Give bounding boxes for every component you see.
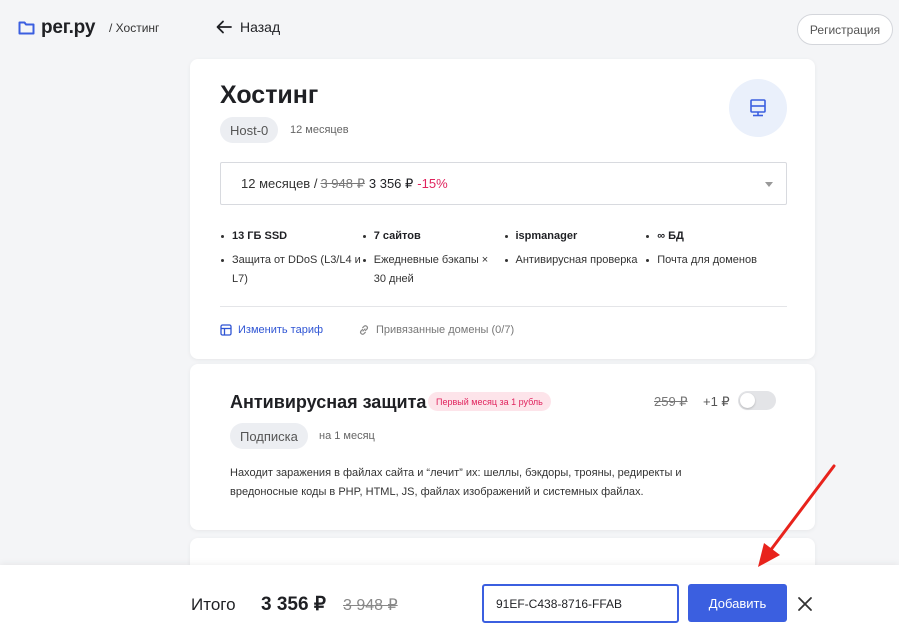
arrow-left-icon [216,20,232,34]
register-button[interactable]: Регистрация [797,14,893,45]
select-period: 12 месяцев / [241,176,318,191]
plan-period: 12 месяцев [290,124,349,136]
toggle-knob [740,393,755,408]
promo-badge: Первый месяц за 1 рубль [428,392,551,411]
select-price: 3 356 ₽ [368,175,414,191]
feature-title: ∞ БД [645,227,787,246]
feature-title: 7 сайтов [362,227,504,246]
back-label: Назад [240,19,281,35]
folder-logo-icon [18,21,35,35]
total-old-price: 3 948 ₽ [343,597,398,614]
logo-text: рег.ру [41,17,96,38]
divider [220,306,787,307]
period-select[interactable]: 12 месяцев / 3 948 ₽ 3 356 ₽ -15% [220,162,787,205]
select-discount: -15% [417,176,448,191]
antivirus-toggle[interactable] [738,391,776,410]
features-list: 13 ГБ SSD Защита от DDoS (L3/L4 и L7) 7 … [220,227,787,289]
change-plan-link[interactable]: Изменить тариф [220,324,323,336]
add-button[interactable]: Добавить [688,584,787,622]
link-icon [360,325,368,335]
feature-column: ∞ БД Почта для доменов [645,227,787,289]
subscription-badge: Подписка [230,423,308,449]
feature-column: ispmanager Антивирусная проверка [504,227,646,289]
server-icon-circle [729,79,787,137]
antivirus-new-price: +1 ₽ [703,394,730,409]
chevron-down-icon [765,182,773,187]
subscription-period: на 1 месяц [319,430,375,442]
back-link[interactable]: Назад [216,19,280,35]
feature-desc: Почта для доменов [645,251,787,270]
linked-domains-label: Привязанные домены (0/7) [376,324,515,336]
feature-title: ispmanager [504,227,646,246]
hosting-card: Хостинг Host-0 12 месяцев 12 месяцев / 3… [190,59,815,359]
antivirus-title: Антивирусная защита [230,392,427,412]
close-icon[interactable] [796,595,814,613]
logo[interactable]: рег.ру [18,17,95,39]
feature-desc: Ежедневные бэкапы × 30 дней [362,251,504,289]
feature-column: 13 ГБ SSD Защита от DDoS (L3/L4 и L7) [220,227,362,289]
feature-column: 7 сайтов Ежедневные бэкапы × 30 дней [362,227,504,289]
plan-edit-icon [220,324,232,336]
promo-code-input[interactable] [482,584,679,623]
select-old-price: 3 948 ₽ [320,175,365,191]
linked-domains-link[interactable]: Привязанные домены (0/7) [358,324,514,336]
breadcrumb: / Хостинг [109,21,160,35]
server-icon [750,99,766,117]
antivirus-old-price: 259 ₽ [654,394,688,409]
order-footer: Итого 3 356 ₽ 3 948 ₽ Добавить [0,565,899,642]
change-plan-label: Изменить тариф [238,324,324,336]
total-price: 3 356 ₽ [261,594,326,615]
hosting-title: Хостинг [220,81,319,109]
antivirus-card: Антивирусная защита Первый месяц за 1 ру… [190,364,815,530]
plan-badge: Host-0 [220,117,279,143]
antivirus-description: Находит заражения в файлах сайта и “лечи… [230,467,682,498]
total-label: Итого [191,595,236,614]
feature-desc: Защита от DDoS (L3/L4 и L7) [220,251,362,289]
feature-desc: Антивирусная проверка [504,251,646,270]
feature-title: 13 ГБ SSD [220,227,362,246]
